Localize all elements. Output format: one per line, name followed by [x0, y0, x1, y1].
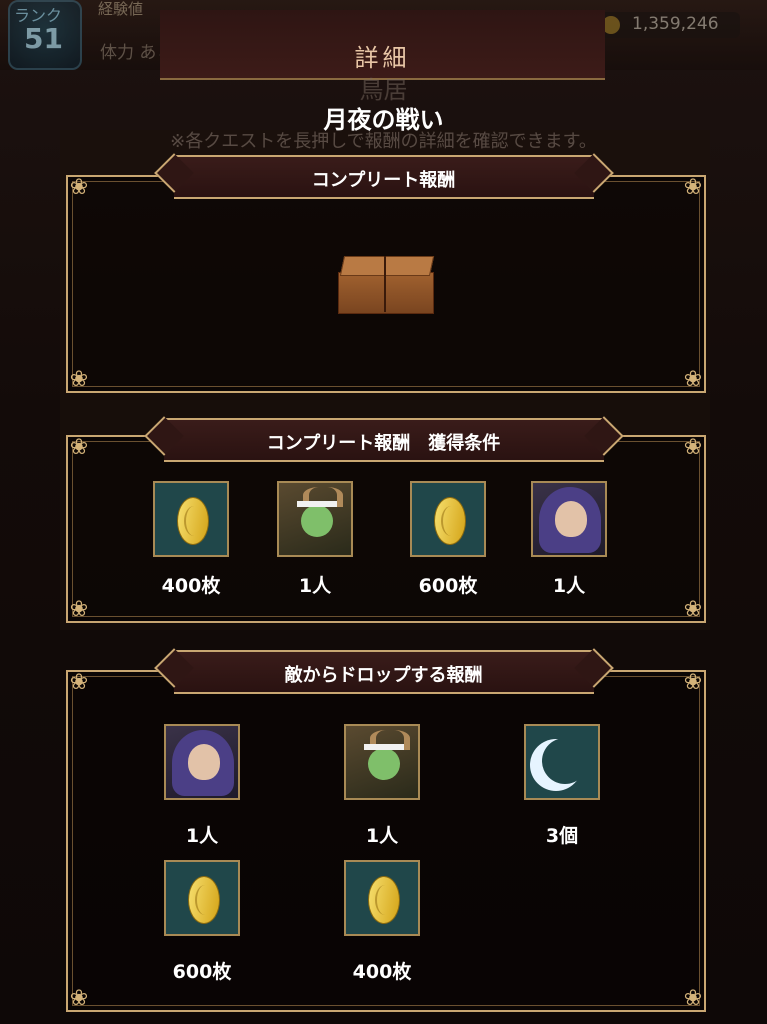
hooded-character-icon: [555, 501, 587, 537]
condition-qty-2: 1人: [298, 575, 332, 597]
gift-box-string: [384, 256, 386, 312]
drops-header: 敵からドロップする報酬: [284, 665, 483, 686]
conditions-header: コンプリート報酬 獲得条件: [266, 433, 501, 454]
condition-item-2[interactable]: [277, 481, 353, 557]
complete-reward-header: コンプリート報酬: [311, 170, 456, 191]
condition-item-3[interactable]: [410, 481, 486, 557]
money-value: 1,359,246: [632, 14, 719, 34]
condition-qty-3: 600枚: [418, 575, 478, 597]
corner-ornament-icon: ❀: [69, 435, 89, 460]
corner-ornament-icon: ❀: [683, 670, 703, 695]
condition-qty-4: 1人: [552, 575, 586, 597]
condition-item-1[interactable]: [153, 481, 229, 557]
drops-banner: 敵からドロップする報酬: [173, 650, 594, 694]
corner-ornament-icon: ❀: [69, 175, 89, 200]
headband: [297, 501, 337, 507]
hooded-character-icon: [188, 744, 220, 780]
drop-item-1[interactable]: [164, 724, 240, 800]
crescent-moon-icon: [542, 738, 588, 784]
gift-box-icon[interactable]: [338, 256, 435, 314]
drop-item-2[interactable]: [344, 724, 420, 800]
koban-coin-icon: [177, 497, 209, 545]
corner-ornament-icon: ❀: [683, 175, 703, 200]
koban-coin-icon: [434, 497, 466, 545]
drop-qty-3: 3個: [545, 825, 579, 847]
gift-box-body: [338, 272, 434, 314]
corner-ornament-icon: ❀: [69, 367, 89, 392]
gift-box-lid: [339, 256, 435, 276]
koban-coin-icon: [368, 876, 400, 924]
condition-item-4[interactable]: [531, 481, 607, 557]
hint-note: ※各クエストを長押しで報酬の詳細を確認できます。: [170, 131, 597, 152]
complete-reward-banner: コンプリート報酬: [173, 155, 594, 199]
exp-label: 経験値: [98, 0, 144, 18]
drop-qty-4: 600枚: [172, 961, 232, 983]
rabbit-character-icon: [368, 748, 400, 780]
conditions-banner: コンプリート報酬 獲得条件: [163, 418, 604, 462]
dialog-title: 詳細: [354, 44, 411, 72]
condition-qty-1: 400枚: [161, 575, 221, 597]
corner-ornament-icon: ❀: [683, 367, 703, 392]
corner-ornament-icon: ❀: [69, 670, 89, 695]
corner-ornament-icon: ❀: [683, 597, 703, 622]
headband: [364, 744, 404, 750]
koban-coin-icon: [188, 876, 220, 924]
rabbit-character-icon: [301, 505, 333, 537]
corner-ornament-icon: ❀: [683, 986, 703, 1011]
corner-ornament-icon: ❀: [69, 986, 89, 1011]
drop-item-5[interactable]: [344, 860, 420, 936]
drop-qty-2: 1人: [365, 825, 399, 847]
corner-ornament-icon: ❀: [683, 435, 703, 460]
corner-ornament-icon: ❀: [69, 597, 89, 622]
drop-qty-1: 1人: [185, 825, 219, 847]
drop-item-4[interactable]: [164, 860, 240, 936]
drop-qty-5: 400枚: [352, 961, 412, 983]
drop-item-3[interactable]: [524, 724, 600, 800]
rank-value: 51: [24, 22, 63, 55]
